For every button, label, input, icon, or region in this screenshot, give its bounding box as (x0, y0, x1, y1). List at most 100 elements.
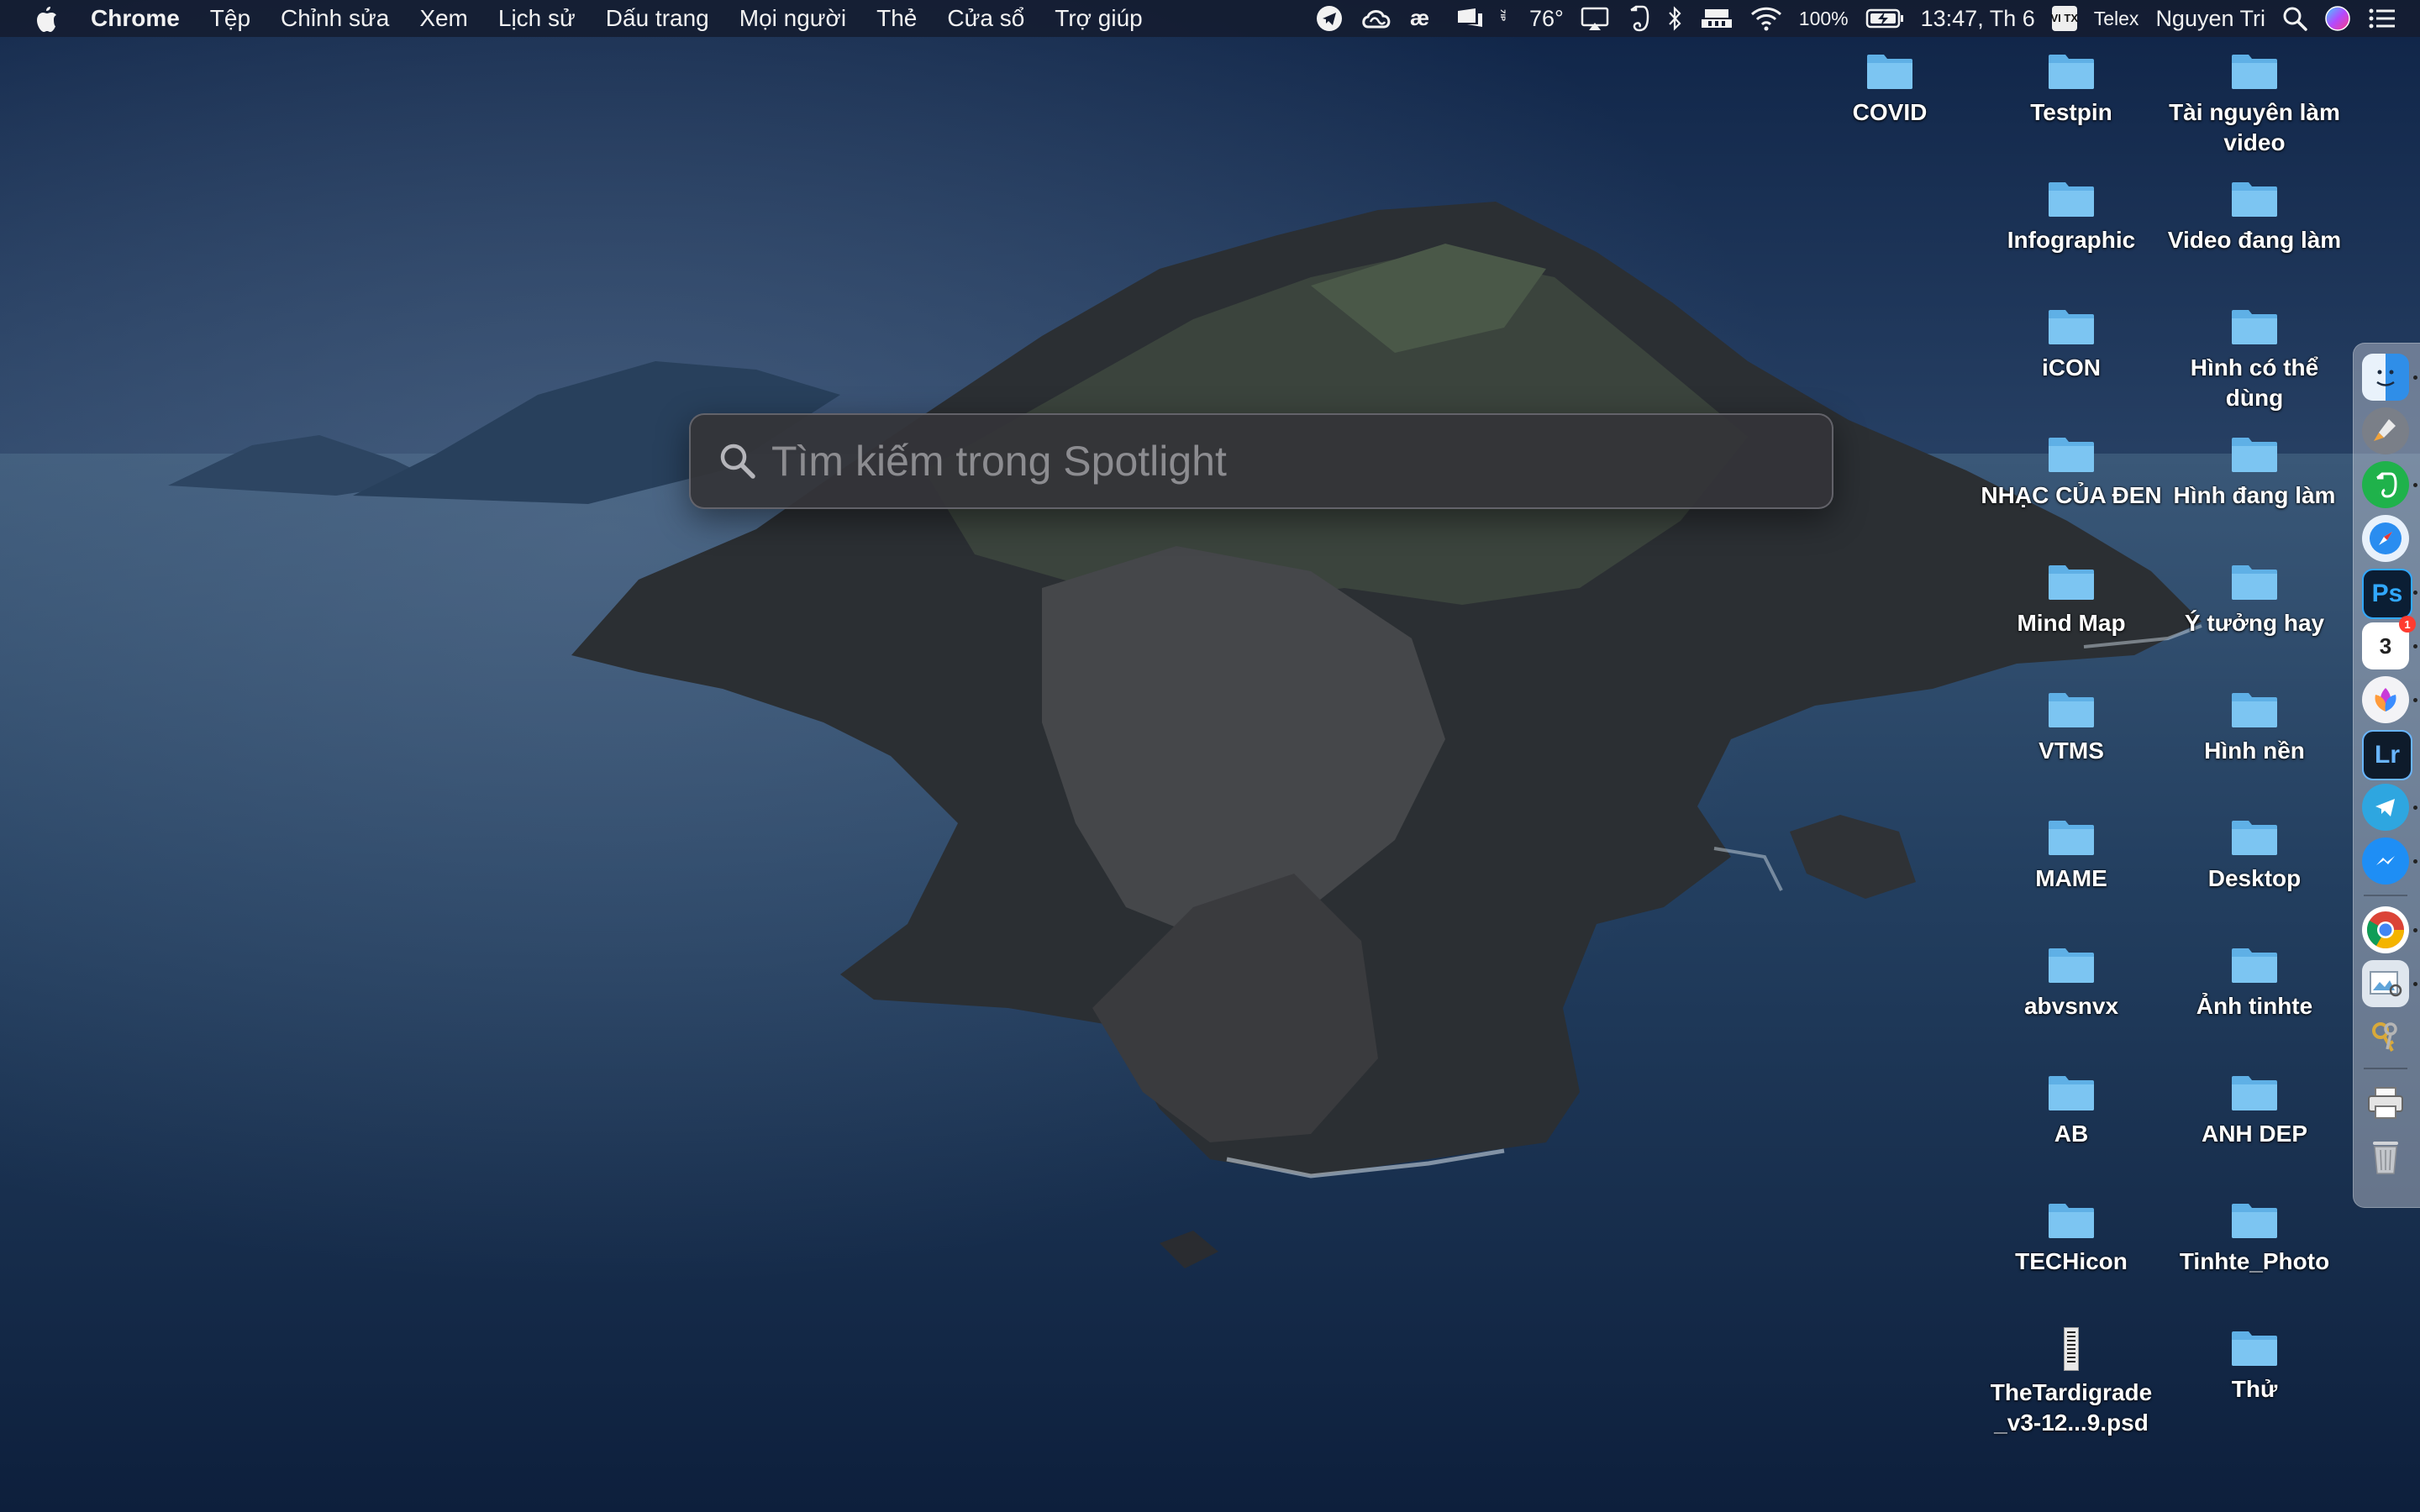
desktop-icon-label: ANH DEP (2201, 1121, 2307, 1147)
creative-cloud-icon[interactable] (1360, 3, 1393, 34)
menu-history[interactable]: Lịch sử (483, 5, 591, 32)
folder-icon (2232, 310, 2277, 344)
desktop-folder[interactable]: TECHicon (1980, 1201, 2163, 1277)
folder-icon (2232, 1076, 2277, 1110)
menu-window[interactable]: Cửa sổ (932, 5, 1039, 32)
running-indicator (2413, 483, 2417, 487)
menu-view[interactable]: Xem (404, 5, 483, 32)
evernote-icon[interactable] (2362, 461, 2409, 508)
desktop-icon-label: VTMS (2039, 738, 2104, 764)
launchpad-icon[interactable] (2362, 407, 2409, 454)
desktop-folder[interactable]: MAME (1980, 818, 2163, 894)
airplay-icon[interactable] (1581, 3, 1609, 34)
weather-temperature[interactable]: 76° (1529, 6, 1564, 32)
preview-icon[interactable] (2362, 960, 2409, 1007)
storage-icon[interactable] (1700, 3, 1733, 34)
folder-icon (2049, 948, 2094, 983)
input-method-label[interactable]: Telex (2094, 8, 2139, 30)
desktop-icon-label: Mind Map (2017, 610, 2126, 636)
desktop-folder[interactable]: VTMS (1980, 690, 2163, 766)
evernote-status-icon[interactable] (1626, 3, 1649, 34)
desktop-folder[interactable]: iCON (1980, 307, 2163, 383)
finder-icon[interactable] (2362, 354, 2409, 401)
running-indicator (2413, 982, 2417, 986)
dock: Ps 3 1 Lr (2353, 343, 2420, 1208)
menu-edit[interactable]: Chỉnh sửa (266, 5, 404, 32)
clock[interactable]: 13:47, Th 6 (1921, 6, 2035, 32)
menu-people[interactable]: Mọi người (724, 5, 861, 32)
menu-bookmarks[interactable]: Dấu trang (591, 5, 724, 32)
desktop-folder[interactable]: ANH DEP (2163, 1074, 2346, 1149)
menu-app-name[interactable]: Chrome (82, 5, 195, 32)
desktop-folder[interactable]: Tinhte_Photo (2163, 1201, 2346, 1277)
notification-badge: 1 (2399, 616, 2416, 633)
desktop-folder[interactable]: Infographic (1980, 180, 2163, 255)
desktop-icon-label: Ảnh tinhte (2196, 993, 2313, 1019)
user-name[interactable]: Nguyen Tri (2155, 6, 2265, 32)
ae-icon[interactable]: æ (1410, 3, 1439, 34)
spotlight-search-icon[interactable] (2282, 3, 2307, 34)
desktop-icon-label: abvsnvx (2023, 993, 2119, 1019)
desktop-icon-label: TheTardigrade _v3-12...9.psd (1990, 1379, 2153, 1436)
battery-percent[interactable]: 100% (1799, 8, 1849, 30)
zip-icon[interactable]: ZIP (1501, 3, 1512, 34)
notification-icon[interactable] (1455, 3, 1484, 34)
desktop-folder[interactable]: Mind Map (1980, 563, 2163, 638)
folder-icon (2049, 693, 2094, 727)
messenger-icon[interactable] (2362, 837, 2409, 885)
menu-bar: Chrome Tệp Chỉnh sửa Xem Lịch sử Dấu tra… (0, 0, 2420, 37)
folder-icon (2049, 821, 2094, 855)
desktop-icon-label: iCON (2042, 354, 2101, 381)
desktop-folder[interactable]: NHẠC CỦA ĐEN (1980, 435, 2163, 511)
dock-separator (2364, 895, 2407, 896)
desktop-folder[interactable]: Ảnh tinhte (2163, 946, 2346, 1021)
menu-help[interactable]: Trợ giúp (1039, 5, 1157, 32)
desktop-folder[interactable]: Tài nguyên làm video (2163, 52, 2346, 158)
battery-icon[interactable] (1865, 3, 1904, 34)
desktop-folder[interactable]: Ý tưởng hay (2163, 563, 2346, 638)
spotlight-input[interactable] (771, 428, 1832, 495)
bluetooth-icon[interactable] (1666, 3, 1683, 34)
desktop-folder[interactable]: abvsnvx (1980, 946, 2163, 1021)
menu-file[interactable]: Tệp (195, 5, 266, 32)
folder-icon (2049, 182, 2094, 217)
desktop-icon-label: Thử (2231, 1376, 2278, 1402)
lightroom-icon[interactable]: Lr (2362, 730, 2412, 780)
desktop-folder[interactable]: Testpin (1980, 52, 2163, 128)
trash-icon[interactable] (2362, 1133, 2409, 1180)
desktop-folder[interactable]: AB (1980, 1074, 2163, 1149)
desktop-folder[interactable]: COVID (1798, 52, 1981, 128)
safari-icon[interactable] (2362, 515, 2409, 562)
folder-icon (2232, 55, 2277, 89)
calendar-icon[interactable]: 3 1 (2362, 616, 2416, 669)
desktop-folder[interactable]: Hình đang làm (2163, 435, 2346, 511)
desktop-folder[interactable]: Hình có thể dùng (2163, 307, 2346, 413)
affinity-icon[interactable] (2362, 676, 2409, 723)
keychain-icon[interactable] (2362, 1014, 2409, 1061)
chrome-icon[interactable] (2362, 906, 2409, 953)
desktop-icon-label: Tinhte_Photo (2179, 1248, 2330, 1274)
desktop-folder[interactable]: Thử (2163, 1329, 2346, 1404)
spotlight-search-bar[interactable] (689, 413, 1833, 509)
menu-tab[interactable]: Thẻ (861, 5, 932, 32)
desktop-folder[interactable]: Video đang làm (2163, 180, 2346, 255)
input-source-badge[interactable]: VI TX (2050, 6, 2078, 31)
telegram-status-icon[interactable] (1316, 3, 1343, 34)
desktop-folder[interactable]: Hình nền (2163, 690, 2346, 766)
desktop-folder[interactable]: Desktop (2163, 818, 2346, 894)
siri-icon[interactable] (2324, 3, 2351, 34)
wifi-icon[interactable] (1750, 3, 1782, 34)
running-indicator (2413, 698, 2417, 702)
printer-icon[interactable] (2362, 1079, 2409, 1126)
desktop-icon-label: Testpin (2030, 99, 2112, 125)
photoshop-icon[interactable]: Ps (2362, 569, 2412, 619)
running-indicator (2413, 644, 2417, 648)
desktop-file[interactable]: TheTardigrade _v3-12...9.psd (1980, 1327, 2163, 1438)
desktop-icon-label: Hình nền (2204, 738, 2305, 764)
notification-center-icon[interactable] (2368, 3, 2396, 34)
folder-icon (1867, 55, 1912, 89)
desktop-icon-label: AB (2054, 1121, 2089, 1147)
running-indicator (2413, 806, 2417, 810)
telegram-icon[interactable] (2362, 784, 2409, 831)
apple-icon[interactable] (34, 4, 62, 33)
